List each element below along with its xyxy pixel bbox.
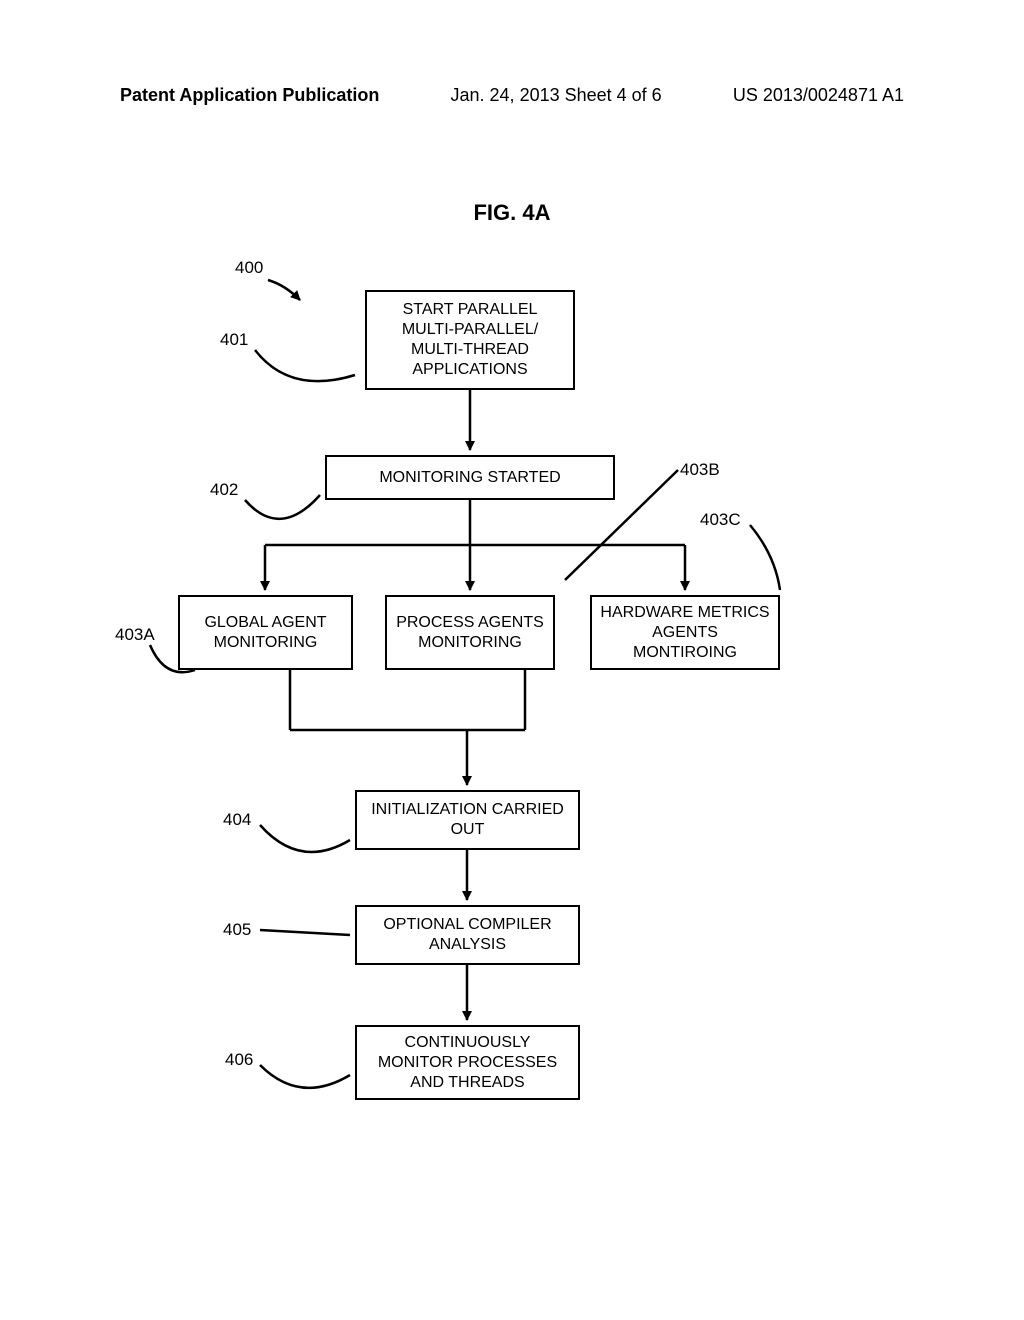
box-global-agent: GLOBAL AGENT MONITORING — [178, 595, 353, 670]
header-pubnumber: US 2013/0024871 A1 — [733, 85, 904, 106]
header-publication: Patent Application Publication — [120, 85, 379, 106]
page-header: Patent Application Publication Jan. 24, … — [0, 85, 1024, 106]
box-hardware-metrics: HARDWARE METRICS AGENTS MONTIROING — [590, 595, 780, 670]
label-403C: 403C — [700, 510, 741, 530]
label-403B: 403B — [680, 460, 720, 480]
label-400: 400 — [235, 258, 263, 278]
label-406: 406 — [225, 1050, 253, 1070]
figure-title: FIG. 4A — [0, 200, 1024, 226]
label-401: 401 — [220, 330, 248, 350]
label-404: 404 — [223, 810, 251, 830]
label-403A: 403A — [115, 625, 155, 645]
box-monitoring-started: MONITORING STARTED — [325, 455, 615, 500]
label-405: 405 — [223, 920, 251, 940]
box-initialization: INITIALIZATION CARRIED OUT — [355, 790, 580, 850]
header-date-sheet: Jan. 24, 2013 Sheet 4 of 6 — [451, 85, 662, 106]
box-compiler-analysis: OPTIONAL COMPILER ANALYSIS — [355, 905, 580, 965]
box-monitor-processes: CONTINUOUSLY MONITOR PROCESSES AND THREA… — [355, 1025, 580, 1100]
box-start-parallel: START PARALLEL MULTI-PARALLEL/ MULTI-THR… — [365, 290, 575, 390]
label-402: 402 — [210, 480, 238, 500]
box-process-agents: PROCESS AGENTS MONITORING — [385, 595, 555, 670]
